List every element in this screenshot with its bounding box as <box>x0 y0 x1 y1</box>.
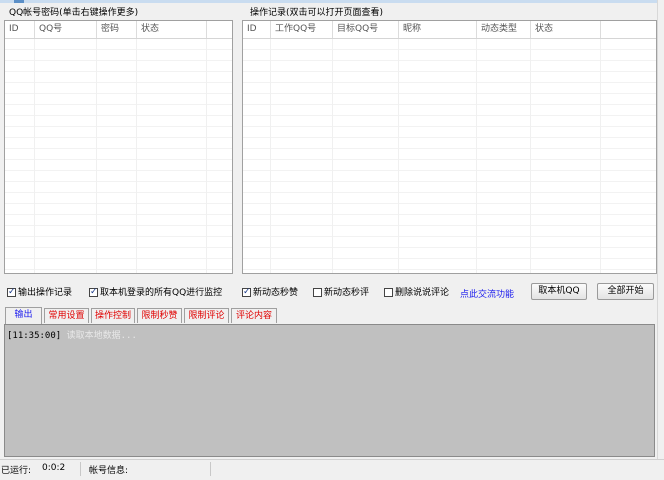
status-separator <box>210 462 211 476</box>
account-group-label: QQ帐号密码(单击右键操作更多) <box>8 5 140 18</box>
runtime-label: 已运行: <box>1 466 32 476</box>
column-post-type[interactable]: 动态类型 <box>477 21 531 38</box>
delete-comment-checkbox[interactable]: 删除说说评论 <box>384 287 449 299</box>
grid-line <box>270 39 271 273</box>
title-bar-remnant <box>0 0 664 3</box>
checkbox-icon <box>7 286 16 298</box>
column-id[interactable]: ID <box>5 21 35 38</box>
column-nickname[interactable]: 昵称 <box>399 21 477 38</box>
tab-comment-content[interactable]: 评论内容 <box>231 308 277 323</box>
log-message: 读取本地数据... <box>66 331 137 341</box>
monitor-local-checkbox[interactable]: 取本机登录的所有QQ进行监控 <box>89 286 223 299</box>
monitor-local-label: 取本机登录的所有QQ进行监控 <box>100 288 223 298</box>
tab-output[interactable]: 输出 <box>5 307 42 324</box>
tab-operation-control[interactable]: 操作控制 <box>91 308 135 323</box>
grid-line <box>600 39 601 273</box>
account-list-header: ID QQ号 密码 状态 <box>5 21 232 39</box>
runtime-value: 0:0:2 <box>42 463 66 473</box>
account-info-label: 帐号信息: <box>89 466 129 476</box>
delete-comment-label: 删除说说评论 <box>395 288 450 298</box>
exchange-link[interactable]: 点此交流功能 <box>460 287 514 300</box>
grid-line <box>96 39 97 273</box>
tab-limit-comments[interactable]: 限制评论 <box>184 308 229 323</box>
checkbox-icon <box>384 288 393 297</box>
log-time: [11:35:00] <box>7 331 62 341</box>
status-separator <box>80 462 81 476</box>
status-bar: 已运行: 0:0:2 帐号信息: <box>0 459 664 480</box>
records-list-header: ID 工作QQ号 目标QQ号 昵称 动态类型 状态 <box>243 21 656 39</box>
records-list[interactable]: ID 工作QQ号 目标QQ号 昵称 动态类型 状态 <box>242 20 657 274</box>
new-post-comment-checkbox[interactable]: 新动态秒评 <box>313 287 369 299</box>
output-log-label: 输出操作记录 <box>18 288 73 298</box>
grid-line <box>34 39 35 273</box>
output-log-area[interactable]: [11:35:00] 读取本地数据... <box>4 324 655 457</box>
tab-common-settings[interactable]: 常用设置 <box>44 308 89 323</box>
column-status[interactable]: 状态 <box>531 21 601 38</box>
output-log-checkbox[interactable]: 输出操作记录 <box>7 286 73 299</box>
new-post-like-label: 新动态秒赞 <box>253 288 299 298</box>
grid-line <box>136 39 137 273</box>
grid-line <box>398 39 399 273</box>
column-status[interactable]: 状态 <box>137 21 207 38</box>
window-icon <box>14 0 24 3</box>
start-all-button[interactable]: 全部开始 <box>597 283 654 300</box>
new-post-like-checkbox[interactable]: 新动态秒赞 <box>242 286 299 299</box>
get-local-qq-button[interactable]: 取本机QQ <box>531 283 587 300</box>
grid-line <box>332 39 333 273</box>
records-group-label: 操作记录(双击可以打开页面查看) <box>249 5 385 18</box>
checkbox-icon <box>242 286 251 298</box>
grid-line <box>530 39 531 273</box>
grid-line <box>206 39 207 273</box>
column-id[interactable]: ID <box>243 21 271 38</box>
window-right-edge <box>657 0 664 479</box>
column-qq[interactable]: QQ号 <box>35 21 97 38</box>
records-list-body[interactable] <box>243 39 656 273</box>
account-list[interactable]: ID QQ号 密码 状态 <box>4 20 233 274</box>
column-password[interactable]: 密码 <box>97 21 137 38</box>
grid-line <box>476 39 477 273</box>
column-target-qq[interactable]: 目标QQ号 <box>333 21 399 38</box>
tab-limit-likes[interactable]: 限制秒赞 <box>137 308 182 323</box>
log-line: [11:35:00] 读取本地数据... <box>7 328 137 341</box>
checkbox-icon <box>89 286 98 298</box>
column-work-qq[interactable]: 工作QQ号 <box>271 21 333 38</box>
new-post-comment-label: 新动态秒评 <box>324 288 370 298</box>
checkbox-icon <box>313 288 322 297</box>
account-list-body[interactable] <box>5 39 232 273</box>
